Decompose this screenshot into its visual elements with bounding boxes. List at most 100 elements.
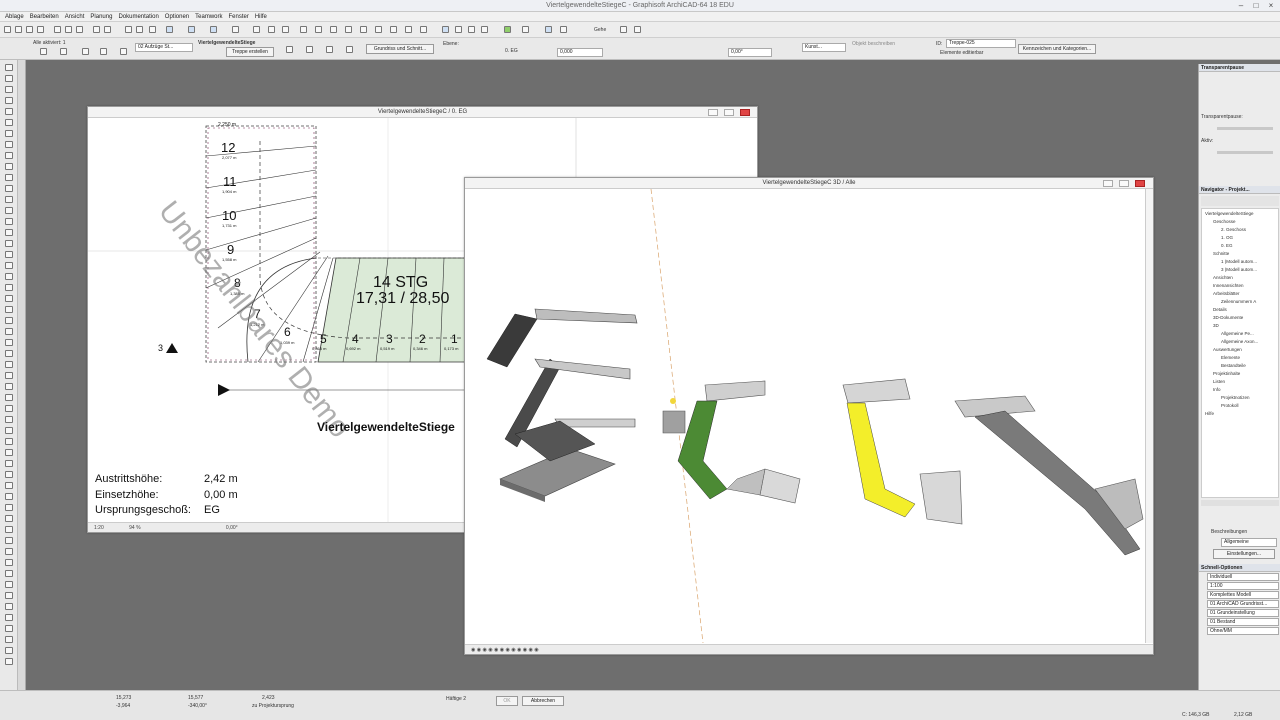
tree-item[interactable]: Protokoll — [1221, 403, 1239, 408]
description-field[interactable]: Allgemeine — [1221, 538, 1277, 547]
tool-icon[interactable] — [5, 515, 13, 522]
quick-option-field[interactable]: 01 Grundeinstellung — [1207, 609, 1279, 617]
navigator-tabs[interactable] — [1201, 196, 1279, 206]
floor-plan-icon[interactable] — [442, 26, 449, 33]
tool-icon[interactable] — [5, 196, 13, 203]
tool-icon[interactable] — [5, 185, 13, 192]
tree-item[interactable]: Elemente — [1221, 355, 1240, 360]
ok-button[interactable]: OK — [496, 696, 518, 706]
cut-icon[interactable] — [54, 26, 61, 33]
angle-label[interactable]: 0,00° — [226, 525, 238, 531]
group-icon[interactable] — [282, 26, 289, 33]
tool-icon[interactable] — [5, 64, 13, 71]
tree-item[interactable]: 2. Geschoss — [1221, 227, 1246, 232]
tree-item[interactable]: Hilfe — [1205, 411, 1214, 416]
tool-icon[interactable] — [5, 405, 13, 412]
tool-icon[interactable] — [5, 75, 13, 82]
tool-icon[interactable] — [5, 504, 13, 511]
angle-field[interactable]: 0,00° — [728, 48, 772, 57]
zoom-icon[interactable] — [560, 26, 567, 33]
print-icon[interactable] — [37, 26, 44, 33]
gehe-label[interactable]: Gehe — [594, 27, 606, 33]
layout-icon[interactable] — [522, 26, 529, 33]
magic-wand-icon[interactable] — [125, 26, 132, 33]
move-icon[interactable] — [60, 48, 67, 55]
tool-icon[interactable] — [5, 581, 13, 588]
tree-item[interactable]: Listen — [1213, 379, 1225, 384]
tool-icon[interactable] — [5, 251, 13, 258]
minimize-icon[interactable]: – — [1236, 1, 1246, 10]
tree-item[interactable]: 0. EG — [1221, 243, 1233, 248]
view-3d-titlebar[interactable]: ViertelgewendelteStiegeC 3D / Alle — [465, 178, 1153, 189]
floor-plan-section-button[interactable]: Grundriss und Schnitt... — [366, 44, 434, 54]
stair-icon[interactable] — [100, 48, 107, 55]
tree-item[interactable]: Innenansichten — [1213, 283, 1244, 288]
tool-icon[interactable] — [5, 174, 13, 181]
trace-icon[interactable] — [545, 26, 552, 33]
tool-icon[interactable] — [5, 152, 13, 159]
vertical-scrollbar[interactable] — [1145, 189, 1153, 643]
quick-option-field[interactable]: 1:100 — [1207, 582, 1279, 590]
tool-icon[interactable] — [5, 603, 13, 610]
walk-icon[interactable] — [634, 26, 641, 33]
perspective-icon[interactable] — [481, 26, 488, 33]
redo-icon[interactable] — [104, 26, 111, 33]
transparency-slider[interactable] — [1217, 127, 1273, 130]
tool-icon[interactable] — [5, 493, 13, 500]
tree-item[interactable]: Projektnotizen — [1221, 395, 1250, 400]
tool-icon[interactable] — [5, 361, 13, 368]
maximize-icon[interactable] — [1119, 180, 1129, 187]
minimize-icon[interactable] — [1103, 180, 1113, 187]
tool-icon[interactable] — [5, 273, 13, 280]
menu-ansicht[interactable]: Ansicht — [65, 12, 85, 21]
tool-icon[interactable] — [5, 471, 13, 478]
tool-icon[interactable] — [5, 548, 13, 555]
close-icon[interactable]: × — [1266, 1, 1276, 10]
material-field[interactable]: Kunst... — [802, 43, 846, 52]
tool-icon[interactable] — [5, 438, 13, 445]
undo-icon[interactable] — [93, 26, 100, 33]
snap-icon[interactable] — [188, 26, 195, 33]
menu-bearbeiten[interactable]: Bearbeiten — [30, 12, 59, 21]
tool-icon[interactable] — [5, 163, 13, 170]
tree-item[interactable]: Auswertungen — [1213, 347, 1242, 352]
tree-item[interactable]: Info — [1213, 387, 1221, 392]
stretch-icon[interactable] — [390, 26, 397, 33]
layer-select[interactable]: 02 Aufzüge St... — [135, 43, 193, 52]
quick-option-field[interactable]: Individuell — [1207, 573, 1279, 581]
navigation-tools[interactable]: ◉ ◉ ◉ ◉ ◉ ◉ ◉ ◉ ◉ ◉ ◉ ◉ — [471, 647, 539, 653]
maximize-icon[interactable]: □ — [1251, 1, 1261, 10]
floor-plan-titlebar[interactable]: ViertelgewendelteStiegeC / 0. EG — [88, 107, 757, 118]
tree-scrollbar[interactable] — [1201, 500, 1279, 506]
tool-icon[interactable] — [5, 526, 13, 533]
close-icon[interactable] — [1135, 180, 1145, 187]
view-3d-icon[interactable] — [468, 26, 475, 33]
tree-item[interactable]: Arbeitsblätter — [1213, 291, 1240, 296]
menu-ablage[interactable]: Ablage — [5, 12, 24, 21]
offset-icon[interactable] — [330, 26, 337, 33]
tool-icon[interactable] — [5, 130, 13, 137]
tool-icon[interactable] — [5, 350, 13, 357]
tree-item[interactable]: Bestandteile — [1221, 363, 1246, 368]
view-3d-window[interactable]: ViertelgewendelteStiegeC 3D / Alle ◉ ◉ ◉… — [464, 177, 1154, 655]
quick-option-field[interactable]: Ohne/MM — [1207, 627, 1279, 635]
close-icon[interactable] — [740, 109, 750, 116]
tool-icon[interactable] — [5, 339, 13, 346]
menu-planung[interactable]: Planung — [90, 12, 112, 21]
tree-item[interactable]: Zeilennummern A — [1221, 299, 1256, 304]
tool-icon[interactable] — [5, 229, 13, 236]
delete-icon[interactable] — [120, 48, 127, 55]
tool-icon[interactable] — [5, 460, 13, 467]
menu-optionen[interactable]: Optionen — [165, 12, 189, 21]
elevation-field[interactable]: 0,000 — [557, 48, 603, 57]
menu-fenster[interactable]: Fenster — [229, 12, 249, 21]
menu-teamwork[interactable]: Teamwork — [195, 12, 222, 21]
tree-item[interactable]: ViertelgewendelteStiege — [1205, 211, 1253, 216]
copy-icon[interactable] — [65, 26, 72, 33]
rotate-icon[interactable] — [82, 48, 89, 55]
tool-icon[interactable] — [5, 86, 13, 93]
tool-icon[interactable] — [5, 537, 13, 544]
tool-icon[interactable] — [5, 658, 13, 665]
tool-icon[interactable] — [5, 295, 13, 302]
quick-option-field[interactable]: Komplettes Modell — [1207, 591, 1279, 599]
